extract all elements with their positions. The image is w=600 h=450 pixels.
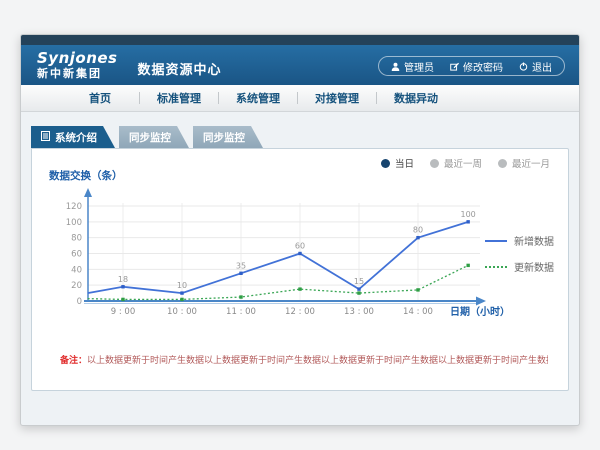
- legend-label: 更新数据: [514, 259, 554, 274]
- tab-label: 同步监控: [129, 130, 171, 145]
- tab-system-intro[interactable]: 系统介绍: [31, 126, 115, 148]
- user-menu: 管理员 修改密码 退出: [378, 56, 565, 76]
- change-password-label: 修改密码: [463, 59, 503, 74]
- svg-text:20: 20: [71, 281, 82, 291]
- radio-dot: [498, 159, 507, 168]
- content-area: 系统介绍 同步监控 同步监控 当日 最近一周: [21, 113, 579, 425]
- svg-text:60: 60: [295, 242, 305, 251]
- svg-text:10 : 00: 10 : 00: [167, 307, 197, 317]
- app-header: Synjones 新中新集团 数据资源中心 管理员 修改密码 退出: [21, 45, 579, 85]
- svg-text:10: 10: [177, 281, 187, 290]
- time-range-options: 当日 最近一周 最近一月: [381, 156, 550, 170]
- power-icon: [519, 62, 528, 71]
- logo-text-en: Synjones: [37, 51, 118, 66]
- nav-item-data-change[interactable]: 数据异动: [377, 90, 455, 106]
- svg-text:9 : 00: 9 : 00: [111, 307, 136, 317]
- svg-text:80: 80: [71, 234, 82, 244]
- svg-text:15: 15: [354, 277, 364, 286]
- svg-text:60: 60: [71, 250, 82, 260]
- chart-legend: 新增数据 更新数据: [485, 233, 554, 274]
- radio-last-week[interactable]: 最近一周: [430, 156, 482, 170]
- nav-item-interface-mgmt[interactable]: 对接管理: [298, 90, 376, 106]
- main-nav: 首页 标准管理 系统管理 对接管理 数据异动: [21, 85, 579, 112]
- svg-text:80: 80: [413, 226, 423, 235]
- radio-today[interactable]: 当日: [381, 156, 414, 170]
- radio-last-month[interactable]: 最近一月: [498, 156, 550, 170]
- svg-text:100: 100: [461, 210, 476, 219]
- window-titlebar: [21, 35, 579, 45]
- svg-text:日期（小时）: 日期（小时）: [450, 305, 510, 318]
- nav-item-home[interactable]: 首页: [61, 90, 139, 106]
- admin-user-button[interactable]: 管理员: [383, 59, 442, 74]
- svg-text:11 : 00: 11 : 00: [226, 307, 256, 317]
- chart-container: 0 20 40 60 80 100 120 9 : 00 10 : 00 11 : 00 12 : …: [40, 183, 514, 335]
- legend-label: 新增数据: [514, 233, 554, 248]
- svg-text:40: 40: [71, 265, 82, 275]
- svg-text:12 : 00: 12 : 00: [285, 307, 315, 317]
- page-title: 数据资源中心: [138, 59, 222, 78]
- tab-label: 系统介绍: [55, 130, 97, 145]
- radio-dot: [381, 159, 390, 168]
- footer-note: 备注：以上数据更新于时间产生数据以上数据更新于时间产生数据以上数据更新于时间产生…: [60, 355, 548, 368]
- tab-label: 同步监控: [203, 130, 245, 145]
- svg-text:35: 35: [236, 261, 246, 270]
- tab-sync-monitor-1[interactable]: 同步监控: [119, 126, 189, 148]
- y-axis-title: 数据交换（条）: [49, 168, 123, 183]
- edit-icon: [450, 62, 459, 71]
- svg-text:0: 0: [77, 297, 82, 307]
- radio-label: 当日: [395, 156, 414, 170]
- radio-label: 最近一月: [512, 156, 550, 170]
- svg-text:18: 18: [118, 275, 128, 284]
- change-password-button[interactable]: 修改密码: [442, 59, 511, 74]
- document-icon: [41, 131, 50, 144]
- logout-button[interactable]: 退出: [511, 59, 560, 74]
- note-label: 备注：: [60, 356, 87, 366]
- nav-item-system-mgmt[interactable]: 系统管理: [219, 90, 297, 106]
- company-logo: Synjones 新中新集团: [37, 51, 118, 79]
- legend-new-data: 新增数据: [485, 233, 554, 248]
- green-dotted-swatch: [485, 266, 507, 268]
- note-text: 以上数据更新于时间产生数据以上数据更新于时间产生数据以上数据更新于时间产生数据以…: [87, 356, 548, 366]
- data-exchange-line-chart: 0 20 40 60 80 100 120 9 : 00 10 : 00 11 : 00 12 : …: [40, 183, 514, 335]
- svg-text:120: 120: [66, 202, 82, 212]
- nav-item-standard-mgmt[interactable]: 标准管理: [140, 90, 218, 106]
- legend-updated-data: 更新数据: [485, 259, 554, 274]
- blue-line-swatch: [485, 240, 507, 242]
- tab-bar: 系统介绍 同步监控 同步监控: [31, 126, 263, 148]
- admin-user-label: 管理员: [404, 59, 434, 74]
- svg-text:100: 100: [66, 218, 82, 228]
- app-window: Synjones 新中新集团 数据资源中心 管理员 修改密码 退出: [20, 34, 580, 426]
- svg-text:13 : 00: 13 : 00: [344, 307, 374, 317]
- logout-label: 退出: [532, 59, 552, 74]
- logo-text-cn: 新中新集团: [37, 68, 118, 79]
- radio-label: 最近一周: [444, 156, 482, 170]
- tab-sync-monitor-2[interactable]: 同步监控: [193, 126, 263, 148]
- svg-text:14 : 00: 14 : 00: [403, 307, 433, 317]
- radio-dot: [430, 159, 439, 168]
- user-icon: [391, 62, 400, 71]
- chart-panel: 当日 最近一周 最近一月 数据交换（条） 0 20 40 60 80 100 120 9 : …: [31, 148, 569, 391]
